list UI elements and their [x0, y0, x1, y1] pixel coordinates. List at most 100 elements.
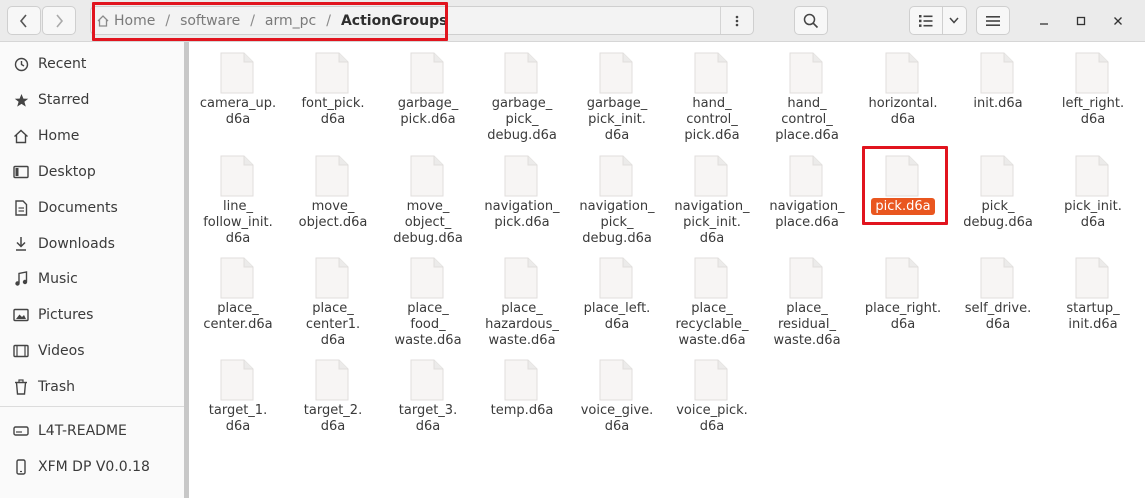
minimize-button[interactable] — [1033, 10, 1055, 32]
file-item[interactable]: garbage_ pick.d6a — [380, 42, 476, 142]
file-icon — [885, 257, 919, 299]
file-name: voice_give. d6a — [580, 403, 654, 434]
file-grid: camera_up. d6a font_pick. d6a garbage_ pic… — [189, 42, 1145, 498]
forward-button[interactable] — [42, 6, 76, 35]
sidebar-item-xfm-dp[interactable]: XFM DP V0.0.18 — [0, 452, 184, 482]
sidebar-item-documents[interactable]: Documents — [0, 193, 184, 223]
file-item[interactable]: pick_ debug.d6a — [950, 145, 1046, 245]
file-item[interactable]: place_right. d6a — [855, 247, 951, 347]
selected-file-highlight-box — [862, 146, 948, 225]
file-name: horizontal. d6a — [868, 96, 938, 127]
sidebar-item-downloads[interactable]: Downloads — [0, 229, 184, 259]
list-view-button[interactable] — [910, 7, 943, 34]
file-icon — [220, 52, 254, 94]
file-icon — [410, 155, 444, 197]
search-button[interactable] — [794, 6, 828, 35]
file-name: self_drive. d6a — [964, 301, 1032, 332]
file-item[interactable]: horizontal. d6a — [855, 42, 951, 142]
file-item[interactable]: place_ residual_ waste.d6a — [759, 247, 855, 348]
list-view-icon — [918, 14, 933, 27]
file-name: place_ recyclable_ waste.d6a — [675, 301, 749, 348]
phone-icon — [12, 458, 30, 476]
file-item[interactable]: temp.d6a — [474, 349, 570, 449]
drive-icon — [12, 422, 30, 440]
chevron-down-icon — [949, 17, 959, 24]
file-item[interactable]: self_drive. d6a — [950, 247, 1046, 347]
file-item[interactable]: target_3. d6a — [380, 349, 476, 449]
file-item[interactable]: hand_ control_ place.d6a — [759, 42, 855, 143]
sidebar-item-home[interactable]: Home — [0, 121, 184, 151]
file-name: font_pick. d6a — [301, 96, 365, 127]
file-item[interactable]: startup_ init.d6a — [1045, 247, 1141, 347]
file-item[interactable]: target_2. d6a — [285, 349, 381, 449]
file-icon — [220, 155, 254, 197]
sidebar-item-label: Home — [38, 128, 80, 144]
file-name: garbage_ pick.d6a — [397, 96, 459, 127]
file-name: camera_up. d6a — [199, 96, 277, 127]
file-item[interactable]: navigation_ place.d6a — [759, 145, 855, 245]
file-item[interactable]: voice_pick. d6a — [664, 349, 760, 449]
file-name: place_ center1. d6a — [305, 301, 361, 348]
path-menu-button[interactable] — [720, 7, 753, 34]
file-item[interactable]: init.d6a — [950, 42, 1046, 142]
file-item[interactable]: pick_init. d6a — [1045, 145, 1141, 245]
file-name: hand_ control_ place.d6a — [775, 96, 839, 143]
sidebar-item-starred[interactable]: Starred — [0, 85, 184, 115]
file-item[interactable]: navigation_ pick_ debug.d6a — [569, 145, 665, 246]
file-item[interactable]: garbage_ pick_ debug.d6a — [474, 42, 570, 143]
file-item[interactable]: font_pick. d6a — [285, 42, 381, 142]
file-icon — [980, 155, 1014, 197]
file-item[interactable]: place_ center1. d6a — [285, 247, 381, 348]
file-item[interactable]: voice_give. d6a — [569, 349, 665, 449]
close-button[interactable] — [1107, 10, 1129, 32]
file-item[interactable]: move_ object_ debug.d6a — [380, 145, 476, 246]
file-name: target_2. d6a — [303, 403, 363, 434]
file-name: place_ residual_ waste.d6a — [773, 301, 841, 348]
clock-icon — [12, 55, 30, 73]
sidebar-item-recent[interactable]: Recent — [0, 49, 184, 79]
file-name: hand_ control_ pick.d6a — [684, 96, 740, 143]
file-item[interactable]: place_ food_ waste.d6a — [380, 247, 476, 348]
hamburger-menu-icon — [986, 15, 1000, 26]
home-icon — [12, 127, 30, 145]
file-item[interactable]: hand_ control_ pick.d6a — [664, 42, 760, 143]
file-icon — [599, 359, 633, 401]
file-name: move_ object_ debug.d6a — [393, 199, 463, 246]
view-options-dropdown[interactable] — [943, 7, 966, 34]
sidebar-item-desktop[interactable]: Desktop — [0, 157, 184, 187]
file-name: place_ center.d6a — [203, 301, 273, 332]
file-item[interactable]: place_ hazardous_ waste.d6a — [474, 247, 570, 348]
file-name: pick_ debug.d6a — [963, 199, 1033, 230]
sidebar-item-trash[interactable]: Trash — [0, 372, 184, 402]
file-item[interactable]: navigation_ pick.d6a — [474, 145, 570, 245]
file-name: navigation_ pick_init. d6a — [674, 199, 750, 246]
file-item[interactable]: place_left. d6a — [569, 247, 665, 347]
back-button[interactable] — [7, 6, 41, 35]
sidebar-item-pictures[interactable]: Pictures — [0, 300, 184, 330]
file-icon — [315, 155, 349, 197]
file-item[interactable]: target_1. d6a — [190, 349, 286, 449]
file-name: move_ object.d6a — [298, 199, 368, 230]
file-item[interactable]: left_right. d6a — [1045, 42, 1141, 142]
sidebar-item-videos[interactable]: Videos — [0, 336, 184, 366]
maximize-button[interactable] — [1070, 10, 1092, 32]
chevron-right-icon — [56, 13, 64, 28]
file-item[interactable]: line_ follow_init. d6a — [190, 145, 286, 246]
file-name: place_right. d6a — [864, 301, 942, 332]
main-menu-button[interactable] — [976, 6, 1010, 35]
desktop-icon — [12, 163, 30, 181]
sidebar-item-music[interactable]: Music — [0, 264, 184, 294]
file-item[interactable]: move_ object.d6a — [285, 145, 381, 245]
file-item[interactable]: garbage_ pick_init. d6a — [569, 42, 665, 143]
sidebar-item-l4t-readme[interactable]: L4T-README — [0, 416, 184, 446]
file-name: place_ hazardous_ waste.d6a — [485, 301, 559, 348]
file-name: navigation_ pick_ debug.d6a — [579, 199, 655, 246]
file-name: pick_init. d6a — [1064, 199, 1122, 230]
file-icon — [1075, 257, 1109, 299]
file-item[interactable]: camera_up. d6a — [190, 42, 286, 142]
file-item[interactable]: place_ center.d6a — [190, 247, 286, 347]
file-item[interactable]: navigation_ pick_init. d6a — [664, 145, 760, 246]
file-icon — [504, 155, 538, 197]
file-icon — [410, 257, 444, 299]
file-item[interactable]: place_ recyclable_ waste.d6a — [664, 247, 760, 348]
